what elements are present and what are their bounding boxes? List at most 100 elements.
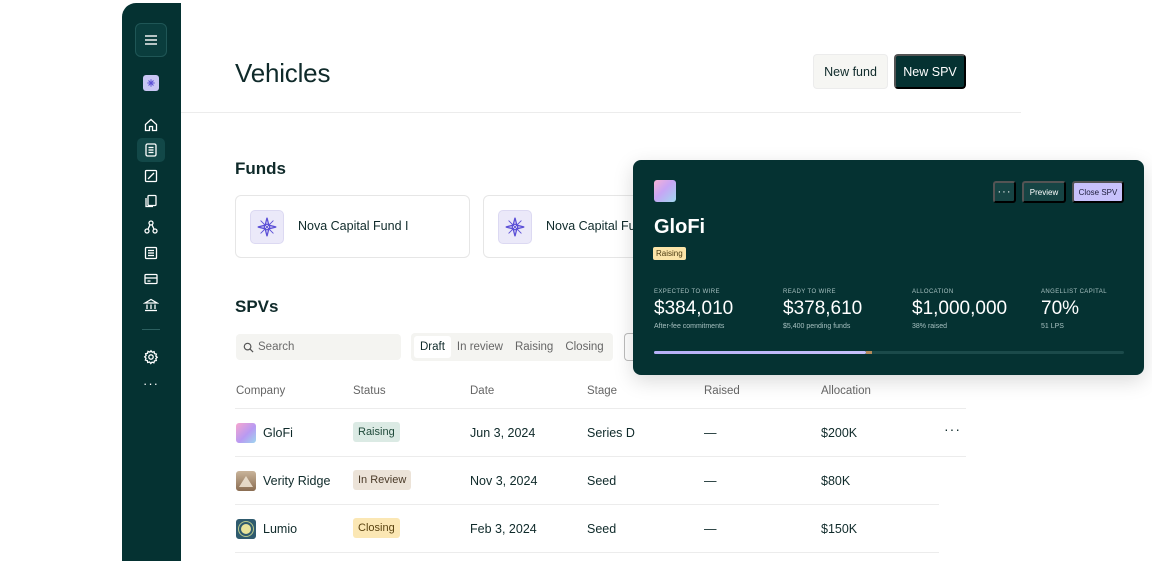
menu-button[interactable] bbox=[135, 23, 167, 57]
status-badge: Closing bbox=[353, 518, 400, 538]
sidebar-item-cards[interactable] bbox=[137, 267, 165, 291]
company-name: Lumio bbox=[263, 522, 298, 536]
column-header-status: Status bbox=[353, 385, 386, 397]
sidebar-item-home[interactable] bbox=[137, 113, 165, 137]
tab-in-review[interactable]: In review bbox=[451, 336, 509, 358]
stage-cell: Seed bbox=[587, 522, 617, 536]
tab-draft[interactable]: Draft bbox=[414, 336, 451, 358]
sidebar-item-notes[interactable] bbox=[137, 164, 165, 188]
company-logo bbox=[236, 471, 256, 491]
stat-sub: 51 LPS bbox=[1041, 323, 1064, 330]
spv-status-badge: Raising bbox=[653, 247, 686, 260]
header-divider bbox=[181, 112, 1021, 113]
close-spv-button[interactable]: Close SPV bbox=[1072, 181, 1124, 203]
status-badge: Raising bbox=[353, 422, 400, 442]
sidebar-item-files[interactable] bbox=[137, 189, 165, 213]
stat-label: ANGELLIST CAPITAL bbox=[1041, 289, 1107, 295]
stat-label: READY TO WIRE bbox=[783, 289, 836, 295]
allocation-cell: $150K bbox=[821, 522, 858, 536]
sun-icon bbox=[238, 521, 254, 537]
stat-label: ALLOCATION bbox=[912, 289, 954, 295]
star-burst-icon bbox=[505, 217, 525, 237]
fund-card[interactable]: Nova Capital Fund I bbox=[235, 195, 470, 258]
spv-title: GloFi bbox=[654, 216, 706, 238]
new-spv-button[interactable]: New SPV bbox=[894, 54, 966, 89]
stat-sub: 38% raised bbox=[912, 323, 948, 330]
column-header-raised: Raised bbox=[704, 385, 740, 397]
stat-value: $384,010 bbox=[654, 298, 734, 319]
bank-icon bbox=[143, 298, 159, 312]
spv-detail-panel: GloFi Raising ··· Preview Close SPV EXPE… bbox=[633, 160, 1144, 375]
sidebar-item-network[interactable] bbox=[137, 215, 165, 239]
raised-cell: — bbox=[704, 426, 717, 440]
status-tabs: Draft In review Raising Closing bbox=[411, 333, 613, 361]
raise-progress-fill bbox=[654, 351, 866, 354]
funds-section-title: Funds bbox=[235, 159, 286, 178]
sidebar: ··· bbox=[122, 3, 181, 561]
raised-cell: — bbox=[704, 522, 717, 536]
sidebar-divider bbox=[142, 329, 160, 330]
table-row[interactable]: Lumio Closing Feb 3, 2024 Seed — $150K bbox=[235, 504, 939, 552]
network-icon bbox=[144, 220, 158, 234]
search-icon bbox=[243, 342, 254, 353]
search-box bbox=[236, 334, 401, 360]
panel-more-button[interactable]: ··· bbox=[993, 181, 1016, 203]
preview-button[interactable]: Preview bbox=[1022, 181, 1066, 203]
sidebar-item-vehicles[interactable] bbox=[137, 138, 165, 162]
card-icon bbox=[144, 273, 158, 285]
fund-name: Nova Capital Fund I bbox=[298, 219, 409, 233]
stat-label: EXPECTED TO WIRE bbox=[654, 289, 720, 295]
fund-name: Nova Capital Fu bbox=[546, 219, 636, 233]
raised-cell: — bbox=[704, 474, 717, 488]
note-icon bbox=[144, 169, 158, 183]
row-more-button[interactable]: ··· bbox=[944, 421, 961, 437]
stat-allocation: ALLOCATION $1,000,000 38% raised bbox=[912, 289, 1007, 330]
fund-logo bbox=[250, 210, 284, 244]
sidebar-item-bank[interactable] bbox=[137, 293, 165, 317]
company-name: Verity Ridge bbox=[263, 474, 331, 488]
list-icon bbox=[144, 246, 158, 260]
stat-ready-to-wire: READY TO WIRE $378,610 $5,400 pending fu… bbox=[783, 289, 862, 330]
gear-icon bbox=[143, 349, 159, 365]
column-header-stage: Stage bbox=[587, 385, 618, 397]
company-name: GloFi bbox=[263, 426, 293, 440]
tab-closing[interactable]: Closing bbox=[559, 336, 609, 358]
spv-logo bbox=[654, 180, 676, 202]
new-fund-button[interactable]: New fund bbox=[813, 54, 888, 89]
stat-value: 70% bbox=[1041, 298, 1080, 319]
document-stack-icon bbox=[145, 143, 157, 157]
sparkle-icon bbox=[147, 79, 155, 87]
files-icon bbox=[145, 194, 157, 208]
more-icon: ··· bbox=[143, 375, 159, 391]
table-row[interactable]: Verity Ridge In Review Nov 3, 2024 Seed … bbox=[235, 456, 966, 504]
workspace-logo[interactable] bbox=[143, 75, 159, 91]
sidebar-more-button[interactable]: ··· bbox=[137, 371, 165, 395]
page-title: Vehicles bbox=[235, 58, 331, 88]
stat-sub: $5,400 pending funds bbox=[783, 323, 851, 330]
tab-raising[interactable]: Raising bbox=[509, 336, 559, 358]
company-logo bbox=[236, 519, 256, 539]
stat-expected-to-wire: EXPECTED TO WIRE $384,010 After-fee comm… bbox=[654, 289, 733, 330]
column-header-allocation: Allocation bbox=[821, 385, 871, 397]
spvs-section-title: SPVs bbox=[235, 297, 279, 316]
stat-value: $1,000,000 bbox=[912, 298, 1008, 319]
date-cell: Feb 3, 2024 bbox=[470, 522, 537, 536]
sidebar-item-settings[interactable] bbox=[137, 345, 165, 369]
table-row[interactable]: GloFi Raising Jun 3, 2024 Series D — $20… bbox=[235, 408, 966, 456]
date-cell: Jun 3, 2024 bbox=[470, 426, 536, 440]
star-burst-icon bbox=[257, 217, 277, 237]
raise-progress-bar bbox=[654, 351, 1124, 354]
sidebar-item-list[interactable] bbox=[137, 241, 165, 265]
column-header-date: Date bbox=[470, 385, 495, 397]
table-bottom-border bbox=[235, 552, 939, 553]
allocation-cell: $80K bbox=[821, 474, 851, 488]
status-badge: In Review bbox=[353, 470, 412, 490]
stat-sub: After-fee commitments bbox=[654, 323, 725, 330]
stat-angellist-capital: ANGELLIST CAPITAL 70% 51 LPS bbox=[1041, 289, 1107, 330]
search-input[interactable] bbox=[258, 341, 398, 353]
stage-cell: Series D bbox=[587, 426, 635, 440]
allocation-cell: $200K bbox=[821, 426, 858, 440]
date-cell: Nov 3, 2024 bbox=[470, 474, 538, 488]
raise-progress-pending bbox=[865, 351, 872, 354]
mountain-icon bbox=[239, 476, 253, 487]
